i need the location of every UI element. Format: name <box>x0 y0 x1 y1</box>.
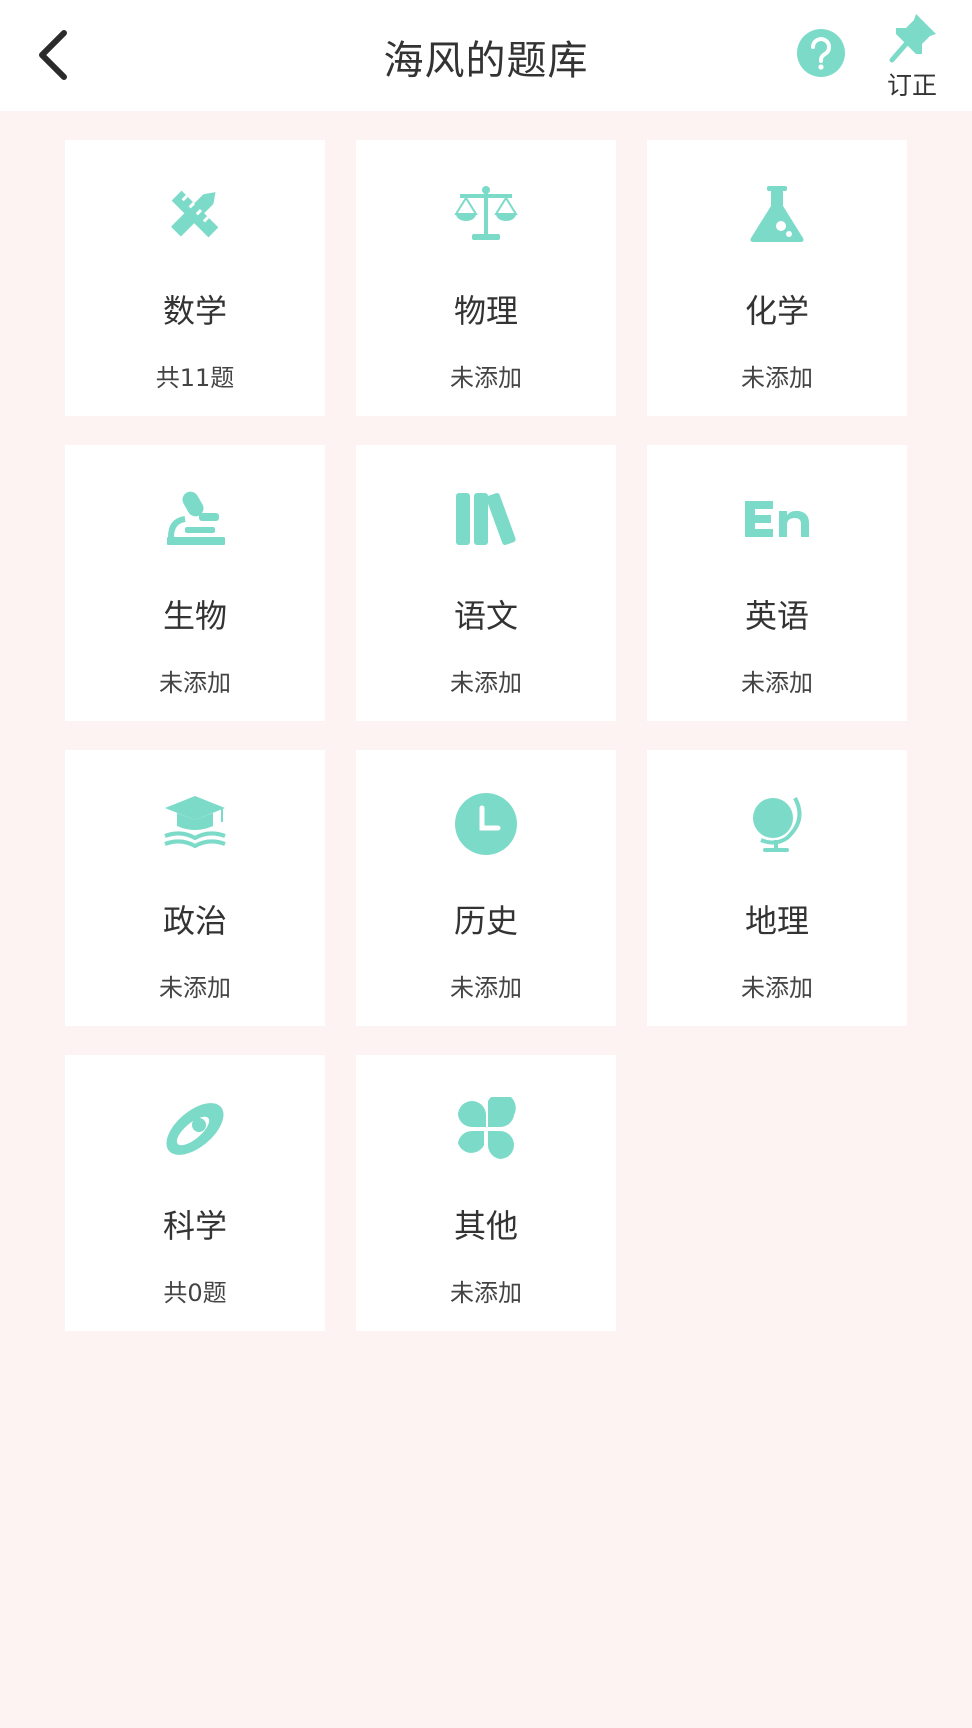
top-bar: 海风的题库 订正 <box>0 0 972 111</box>
subject-card-politics[interactable]: 政治 未添加 <box>65 750 325 1026</box>
subject-card-science[interactable]: 科学 共0题 <box>65 1055 325 1331</box>
graduation-cap-book-icon <box>163 792 227 856</box>
subject-count: 未添加 <box>741 669 813 697</box>
subject-name: 其他 <box>453 1207 518 1245</box>
subject-card-english[interactable]: 英语 未添加 <box>647 445 907 721</box>
subject-count: 未添加 <box>450 974 522 1002</box>
back-chevron-icon <box>39 30 67 80</box>
pencil-ruler-icon <box>163 182 227 246</box>
subject-name: 英语 <box>744 597 809 635</box>
subject-count: 未添加 <box>450 669 522 697</box>
fix-label: 订正 <box>886 71 937 100</box>
atom-orbit-icon <box>163 1097 227 1161</box>
subject-name: 科学 <box>162 1207 227 1245</box>
subject-name: 地理 <box>744 902 809 940</box>
question-circle-icon <box>797 29 845 77</box>
subject-name: 政治 <box>162 902 227 940</box>
subject-name: 物理 <box>453 292 518 330</box>
subject-count: 未添加 <box>741 364 813 392</box>
pushpin-icon <box>889 14 936 63</box>
subject-name: 化学 <box>744 292 809 330</box>
app-screen: 海风的题库 订正 数学 共11题 物理 未添加 化学 未添加 生物 未添加 语文… <box>0 0 972 1728</box>
subject-name: 数学 <box>162 292 227 330</box>
subject-card-history[interactable]: 历史 未添加 <box>356 750 616 1026</box>
flask-icon <box>745 182 809 246</box>
subject-card-biology[interactable]: 生物 未添加 <box>65 445 325 721</box>
subject-card-other[interactable]: 其他 未添加 <box>356 1055 616 1331</box>
subject-card-physics[interactable]: 物理 未添加 <box>356 140 616 416</box>
en-letters-icon <box>745 487 809 551</box>
subject-card-math[interactable]: 数学 共11题 <box>65 140 325 416</box>
fix-button[interactable]: 订正 <box>872 8 952 100</box>
subject-count: 未添加 <box>450 1279 522 1307</box>
balance-scale-icon <box>454 182 518 246</box>
subject-card-chemistry[interactable]: 化学 未添加 <box>647 140 907 416</box>
subject-count: 共11题 <box>155 364 235 392</box>
subject-count: 未添加 <box>450 364 522 392</box>
subject-name: 语文 <box>453 597 518 635</box>
books-icon <box>454 487 518 551</box>
help-button[interactable] <box>796 28 846 78</box>
subject-count: 未添加 <box>159 974 231 1002</box>
subject-name: 生物 <box>162 597 227 635</box>
subject-card-chinese[interactable]: 语文 未添加 <box>356 445 616 721</box>
globe-icon <box>745 792 809 856</box>
subject-name: 历史 <box>453 902 518 940</box>
back-button[interactable] <box>22 18 86 92</box>
subject-count: 未添加 <box>741 974 813 1002</box>
four-leaf-grid-icon <box>454 1097 518 1161</box>
subject-card-geography[interactable]: 地理 未添加 <box>647 750 907 1026</box>
subject-count: 未添加 <box>159 669 231 697</box>
microscope-icon <box>163 487 227 551</box>
clock-icon <box>454 792 518 856</box>
subject-count: 共0题 <box>163 1279 227 1307</box>
